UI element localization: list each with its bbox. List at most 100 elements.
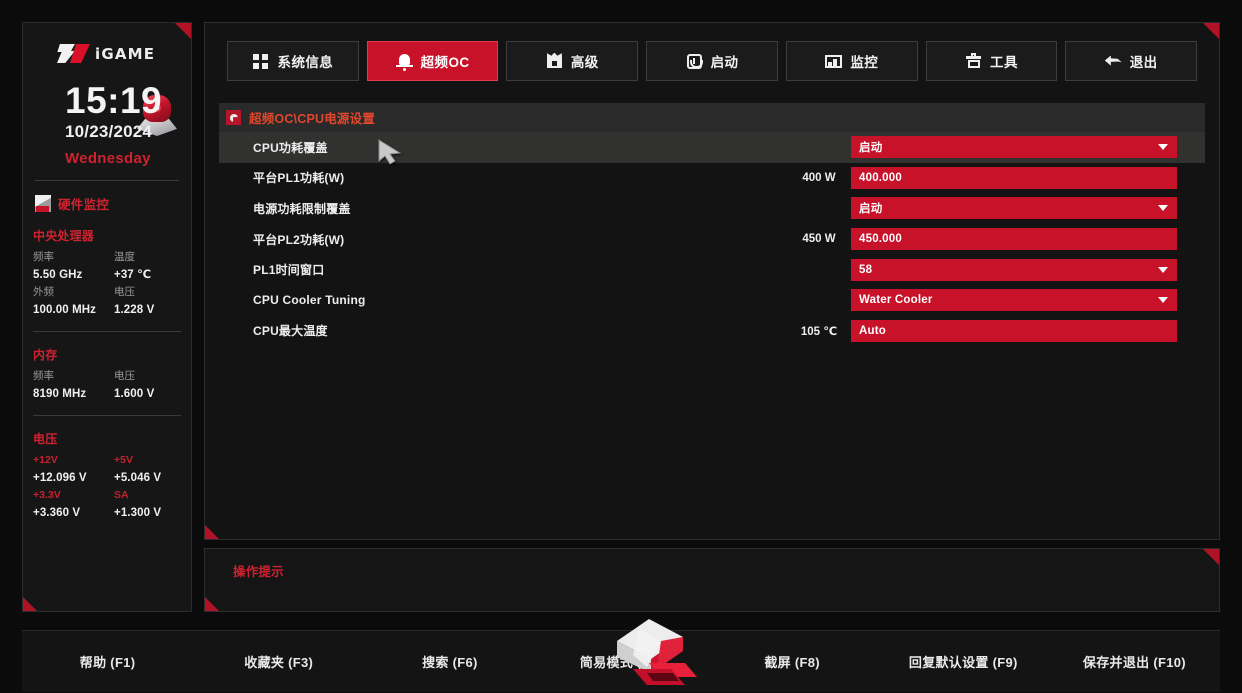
dropdown-value: Water Cooler	[859, 294, 933, 307]
setting-label: CPU Cooler Tuning	[253, 293, 366, 308]
input-value: 450.000	[859, 233, 902, 246]
corner-accent-bottom-left	[23, 597, 37, 611]
chevron-down-icon	[1158, 266, 1168, 273]
corner-accent-bottom-left	[205, 597, 219, 611]
setting-label: CPU最大温度	[253, 324, 328, 339]
tab-monitor[interactable]: 监控	[785, 41, 918, 81]
setting-row-pl2-power[interactable]: 平台PL2功耗(W) 450 W 450.000	[219, 224, 1205, 255]
fkey-easy-mode[interactable]: 简易模式 (F7)	[535, 652, 706, 671]
setting-label: 平台PL2功耗(W)	[253, 232, 345, 247]
tab-overclock[interactable]: 超频OC	[366, 41, 499, 81]
tab-label: 启动	[710, 55, 739, 70]
fkey-search[interactable]: 搜索 (F6)	[364, 652, 535, 671]
setting-label: 平台PL1功耗(W)	[253, 171, 345, 186]
settings-list: CPU功耗覆盖 启动 平台PL1功耗(W) 400 W 400.000 电源功耗…	[219, 132, 1205, 346]
hw-value: +5.046 V	[114, 472, 162, 484]
tab-exit[interactable]: 退出	[1065, 41, 1198, 81]
dropdown-value: 启动	[859, 142, 883, 155]
hw-value: +3.360 V	[33, 507, 81, 519]
tab-label: 工具	[990, 55, 1018, 70]
input-value: Auto	[859, 324, 886, 337]
input-value: 400.000	[859, 171, 902, 184]
clock-date: 10/23/2024	[65, 122, 153, 141]
chip-icon	[546, 52, 563, 70]
tab-label: 退出	[1129, 55, 1158, 70]
tab-boot[interactable]: 启动	[646, 41, 778, 81]
igame-logo-icon	[57, 44, 91, 64]
fkey-save-exit[interactable]: 保存并退出 (F10)	[1049, 652, 1220, 671]
tab-advanced[interactable]: 高级	[506, 41, 639, 81]
hw-key: +12V	[33, 454, 58, 466]
tab-bar: 系统信息 超频OC 高级 启动 监控 工具 退出	[205, 23, 1219, 81]
setting-row-power-limit-override[interactable]: 电源功耗限制覆盖 启动	[219, 193, 1205, 224]
setting-label: 电源功耗限制覆盖	[253, 201, 351, 216]
hw-value: 5.50 GHz	[33, 269, 83, 281]
dropdown-pl1-time-window[interactable]: 58	[851, 258, 1177, 281]
breadcrumb-text: 超频OC\CPU电源设置	[249, 112, 376, 126]
hw-value: +37 ℃	[114, 269, 152, 281]
corner-accent-top-right	[1203, 549, 1219, 565]
setting-row-cpu-power-override[interactable]: CPU功耗覆盖 启动	[219, 132, 1205, 163]
tab-label: 监控	[850, 55, 879, 70]
hw-group-title-memory: 内存	[33, 348, 58, 362]
dropdown-cpu-power-override[interactable]: 启动	[851, 136, 1177, 159]
fkey-screenshot[interactable]: 截屏 (F8)	[707, 652, 878, 671]
hw-value: +12.096 V	[33, 472, 87, 484]
hw-value: +1.300 V	[114, 507, 162, 519]
hw-group-voltage: +12V +5V +12.096 V +5.046 V +3.3V SA +3.…	[23, 447, 191, 522]
function-key-bar: 帮助 (F1) 收藏夹 (F3) 搜索 (F6) 简易模式 (F7) 截屏 (F…	[22, 619, 1220, 692]
grid-icon	[252, 53, 270, 70]
clock-weekday: Wednesday	[65, 150, 151, 167]
hw-key: +5V	[114, 454, 133, 466]
hw-key: 电压	[114, 370, 135, 382]
breadcrumb: 超频OC\CPU电源设置	[219, 103, 1205, 132]
toolbox-icon	[965, 52, 982, 70]
breadcrumb-icon	[226, 110, 241, 125]
hint-panel-title: 操作提示	[233, 565, 284, 579]
monitor-icon	[825, 53, 843, 70]
fkey-help[interactable]: 帮助 (F1)	[22, 652, 193, 671]
fkey-favorites[interactable]: 收藏夹 (F3)	[193, 652, 364, 671]
setting-label: CPU功耗覆盖	[253, 140, 328, 155]
input-pl1-power[interactable]: 400.000	[851, 166, 1177, 189]
chevron-down-icon	[1158, 205, 1168, 212]
chevron-down-icon	[1158, 297, 1168, 304]
brand-logo: iGAME	[23, 35, 191, 79]
tab-label: 高级	[570, 55, 599, 70]
input-pl2-power[interactable]: 450.000	[851, 228, 1177, 251]
setting-label: PL1时间窗口	[253, 263, 325, 278]
operation-hint-panel: 操作提示	[204, 548, 1220, 612]
hw-value: 1.228 V	[114, 304, 155, 316]
hw-key: SA	[114, 489, 129, 501]
hw-key: +3.3V	[33, 489, 61, 501]
setting-row-cpu-max-temp[interactable]: CPU最大温度 105 ℃ Auto	[219, 316, 1205, 347]
exit-arrow-icon	[1104, 53, 1122, 70]
dropdown-cpu-cooler-tuning[interactable]: Water Cooler	[851, 289, 1177, 312]
bios-screen: iGAME 15:19 10/23/2024 Wednesday 硬件监控 中央…	[0, 0, 1242, 693]
hw-key: 频率	[33, 251, 54, 263]
setting-row-pl1-time-window[interactable]: PL1时间窗口 58	[219, 254, 1205, 285]
hw-key: 外频	[33, 286, 54, 298]
overclock-icon	[395, 53, 413, 71]
hw-key: 频率	[33, 370, 54, 382]
dropdown-power-limit-override[interactable]: 启动	[851, 197, 1177, 220]
dropdown-value: 58	[859, 263, 873, 276]
clock-block: 15:19 10/23/2024 Wednesday	[23, 81, 191, 168]
setting-row-pl1-power[interactable]: 平台PL1功耗(W) 400 W 400.000	[219, 163, 1205, 194]
dropdown-value: 启动	[859, 203, 883, 216]
setting-row-cpu-cooler-tuning[interactable]: CPU Cooler Tuning Water Cooler	[219, 285, 1205, 316]
hw-group-title-cpu: 中央处理器	[33, 229, 95, 243]
hardware-monitor-header: 硬件监控	[23, 181, 191, 213]
hardware-chip-icon	[35, 195, 51, 212]
hw-value: 1.600 V	[114, 388, 155, 400]
tab-label: 超频OC	[420, 55, 470, 70]
input-cpu-max-temp[interactable]: Auto	[851, 319, 1177, 342]
tab-tools[interactable]: 工具	[925, 41, 1058, 81]
main-panel: 系统信息 超频OC 高级 启动 监控 工具 退出 超频OC\CPU电源设置 CP…	[204, 22, 1220, 540]
tab-system-info[interactable]: 系统信息	[227, 41, 359, 81]
hardware-monitor-title: 硬件监控	[58, 198, 110, 212]
power-icon	[686, 53, 703, 70]
fkey-load-defaults[interactable]: 回复默认设置 (F9)	[878, 652, 1049, 671]
hw-value: 100.00 MHz	[33, 304, 97, 316]
hw-value: 8190 MHz	[33, 388, 87, 400]
